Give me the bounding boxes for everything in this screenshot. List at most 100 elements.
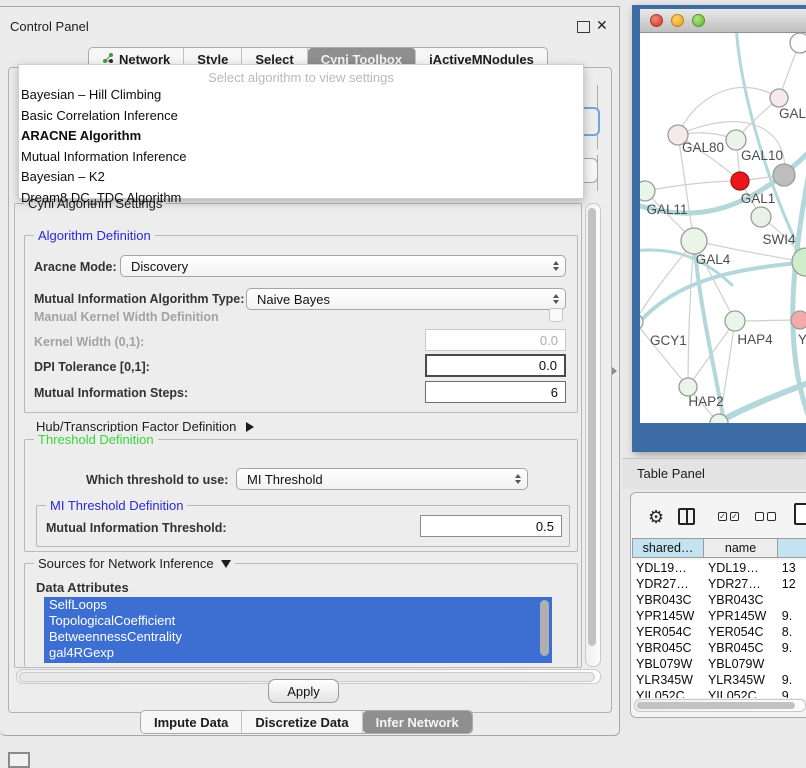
table-cell[interactable]: YER054C [632,625,704,639]
data-attribute-item[interactable]: SelfLoops [44,597,552,613]
network-node[interactable] [773,164,795,186]
table-cell[interactable]: YBL079W [704,657,778,671]
manual-kernel-checkbox[interactable] [549,308,563,322]
splitter-collapse-arrow[interactable] [612,367,617,375]
algorithm-option[interactable]: Bayesian – K2 [19,167,583,188]
table-cell[interactable]: YBR045C [632,641,704,655]
table-hscrollbar[interactable] [634,699,806,712]
select-all-checks-icon[interactable]: ✓✓ [718,512,739,521]
table-hscrollbar-thumb[interactable] [637,702,795,709]
algorithm-option[interactable]: Bayesian – Hill Climbing [19,85,583,106]
table-cell[interactable]: 9. [778,641,806,655]
new-document-icon[interactable] [794,503,806,525]
table-row[interactable]: YBR043CYBR043C [632,592,806,608]
spinner-arrows-icon [515,474,521,484]
table-row[interactable]: YDR27…YDR27…12 [632,576,806,592]
network-window-titlebar[interactable] [640,9,806,33]
network-node-gal11[interactable] [640,181,655,201]
table-cell[interactable]: YBR045C [704,641,778,655]
minimized-panel-icon[interactable] [8,752,30,768]
network-node-gal4[interactable] [681,228,707,254]
table-cell[interactable]: YLR345W [632,673,704,687]
column-header-shared[interactable]: shared… [632,538,704,558]
network-node[interactable] [790,33,806,53]
collapsed-arrow-icon [246,422,254,432]
network-node-gal[interactable] [770,89,788,107]
table-cell[interactable]: YER054C [704,625,778,639]
table-row[interactable]: YLR345WYLR345W9. [632,672,806,688]
network-node[interactable] [751,207,771,227]
settings-vscrollbar[interactable] [585,203,601,667]
tab-impute-data[interactable]: Impute Data [141,711,242,733]
network-node-hap4[interactable] [725,311,745,331]
list-scrollbar-thumb[interactable] [540,600,549,656]
aracne-mode-combo[interactable]: Discovery [120,255,566,277]
settings-vscrollbar-thumb[interactable] [588,208,596,646]
network-edge[interactable] [640,262,806,337]
tab-infer-network[interactable]: Infer Network [363,711,472,733]
minimize-traffic-light-icon[interactable] [671,14,684,27]
group-title: MI Threshold Definition [46,498,187,513]
network-node-label: GAL11 [646,202,687,217]
close-icon[interactable]: ✕ [596,17,608,34]
table-cell[interactable]: YPR145W [704,609,778,623]
algorithm-option[interactable]: Dream8 DC_TDC Algorithm [19,188,583,209]
network-edge[interactable] [645,181,740,191]
table-cell[interactable]: 8. [778,625,806,639]
table-cell[interactable]: 9. [778,609,806,623]
table-row[interactable]: YER054CYER054C8. [632,624,806,640]
table-cell[interactable]: YDL19… [704,561,778,575]
column-header-partial[interactable] [778,538,806,558]
table-cell[interactable]: YDL19… [632,561,704,575]
table-row[interactable]: YIL052CYIL052C9 [632,688,806,698]
table-row[interactable]: YPR145WYPR145W9. [632,608,806,624]
table-cell[interactable]: YDR27… [632,577,704,591]
table-cell[interactable]: YBR043C [704,593,778,607]
split-view-icon[interactable] [678,508,695,525]
network-edge[interactable] [688,241,694,387]
float-window-icon[interactable] [577,21,590,33]
table-row[interactable]: YBR045CYBR045C9. [632,640,806,656]
network-edge[interactable] [640,322,688,387]
network-node-gal10[interactable] [726,130,746,150]
network-edge[interactable] [640,241,694,322]
column-header-name[interactable]: name [704,538,778,558]
table-cell[interactable]: YIL052C [704,689,778,698]
dpi-tolerance-field[interactable]: 0.0 [425,354,566,377]
network-node-gal1[interactable] [731,172,749,190]
table-cell[interactable]: YLR345W [704,673,778,687]
network-node-y[interactable] [791,311,806,329]
data-attribute-item[interactable]: BetweennessCentrality [44,629,552,645]
table-cell[interactable]: YDR27… [704,577,778,591]
algorithm-option[interactable]: Mutual Information Inference [19,147,583,168]
mi-steps-field[interactable]: 6 [425,381,566,403]
data-attribute-item[interactable]: gal4RGexp [44,645,552,661]
table-cell[interactable]: YIL052C [632,689,704,698]
mi-type-combo[interactable]: Naive Bayes [246,288,566,310]
apply-button[interactable]: Apply [268,679,339,703]
group-title[interactable]: Sources for Network Inference [34,556,235,571]
table-row[interactable]: YBL079WYBL079W [632,656,806,672]
table-cell[interactable]: YBL079W [632,657,704,671]
close-traffic-light-icon[interactable] [650,14,663,27]
zoom-traffic-light-icon[interactable] [692,14,705,27]
which-threshold-combo[interactable]: MI Threshold [236,468,528,490]
algorithm-option[interactable]: Basic Correlation Inference [19,106,583,127]
deselect-all-checks-icon[interactable] [755,512,776,521]
network-canvas[interactable]: GALGAL80GAL10GAL1GAL11SWI4GAL4GCY1HAP4YH… [640,33,806,423]
data-attribute-item[interactable]: TopologicalCoefficient [44,613,552,629]
table-cell[interactable]: 9 [778,689,806,698]
data-attributes-list[interactable]: SelfLoopsTopologicalCoefficientBetweenne… [44,597,552,663]
kernel-width-field[interactable]: 0.0 [425,329,566,351]
tab-discretize-data[interactable]: Discretize Data [242,711,362,733]
network-edge[interactable] [688,321,735,387]
table-cell[interactable]: 9. [778,673,806,687]
table-cell[interactable]: YBR043C [632,593,704,607]
table-row[interactable]: YDL19…YDL19…13 [632,560,806,576]
table-cell[interactable]: YPR145W [632,609,704,623]
table-cell[interactable]: 12 [778,577,806,591]
algorithm-option[interactable]: ARACNE Algorithm [19,126,583,147]
gear-icon[interactable]: ⚙ [648,507,664,528]
table-cell[interactable]: 13 [778,561,806,575]
mi-threshold-field[interactable]: 0.5 [420,515,562,537]
